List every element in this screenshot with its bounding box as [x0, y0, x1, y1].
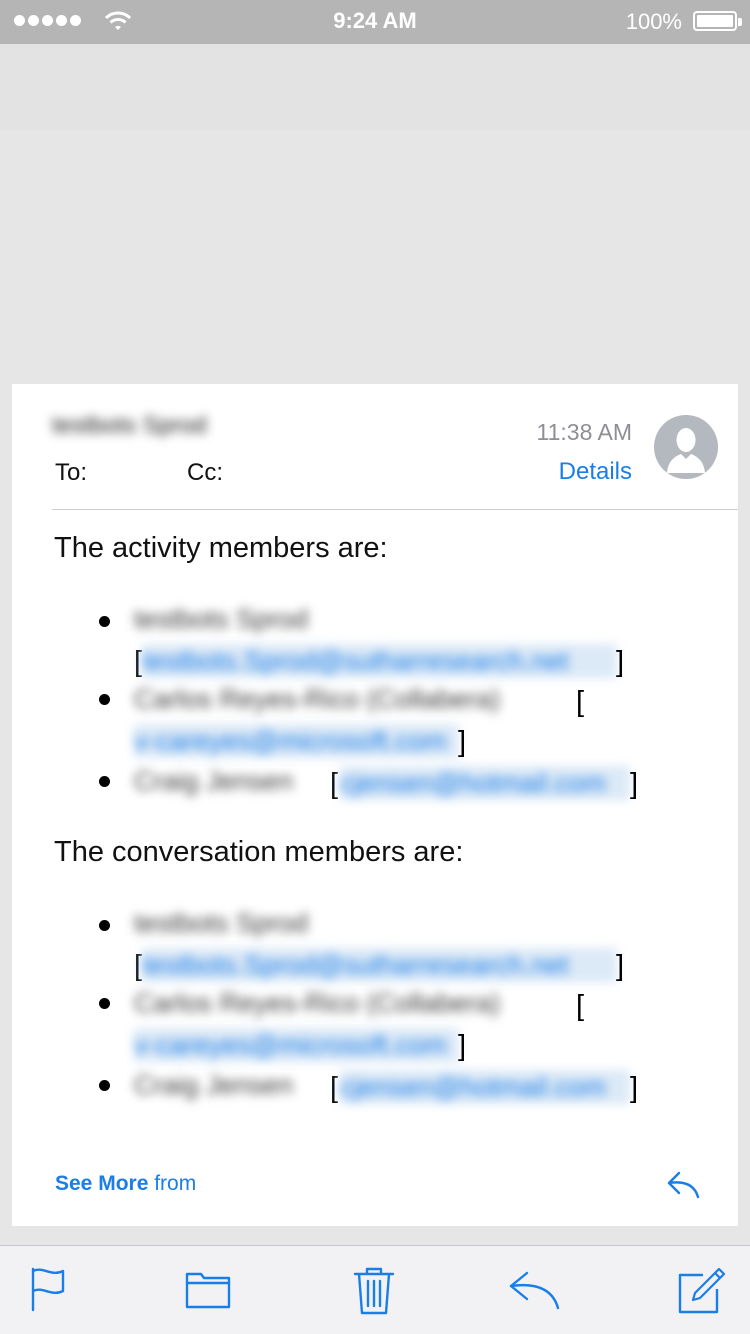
bracket-close: ]: [458, 1030, 467, 1062]
header-divider: [52, 509, 738, 510]
member-email-link[interactable]: cjensen@hotmail.com: [340, 766, 630, 800]
bracket-open: [: [330, 1072, 339, 1104]
message-card: testbots Sprod To: Cc: 11:38 AM Details …: [12, 384, 738, 1226]
message-time: 11:38 AM: [536, 419, 632, 445]
person-icon: [667, 428, 705, 473]
member-name: Carlos Reyes-Rico (Collabera): [134, 684, 501, 714]
list-bullet: [99, 1080, 110, 1091]
list-bullet: [99, 920, 110, 931]
cc-label: Cc:: [187, 459, 223, 486]
bracket-close: ]: [616, 950, 625, 982]
trash-icon[interactable]: [353, 1266, 395, 1316]
status-bar: 9:24 AM 100%: [0, 0, 750, 44]
member-name: Carlos Reyes-Rico (Collabera): [134, 988, 501, 1018]
bracket-open: [: [330, 768, 339, 800]
member-email-link[interactable]: testbots.Sprod@sutharresearch.net: [142, 644, 617, 678]
member-name: Craig Jensen: [134, 1070, 294, 1100]
activity-heading: The activity members are:: [54, 532, 388, 564]
list-bullet: [99, 998, 110, 1009]
see-more-from: from: [154, 1172, 197, 1195]
reply-icon[interactable]: [666, 1170, 702, 1200]
to-label: To:: [55, 459, 88, 486]
member-name: testbots Sprod: [134, 908, 309, 938]
list-bullet: [99, 694, 110, 705]
bracket-open: [: [134, 646, 143, 678]
bracket-open: [: [576, 990, 585, 1022]
avatar[interactable]: [654, 415, 718, 479]
bracket-open: [: [576, 686, 585, 718]
member-email-link[interactable]: testbots.Sprod@sutharresearch.net: [142, 948, 617, 982]
list-bullet: [99, 776, 110, 787]
reply-icon[interactable]: [508, 1266, 562, 1312]
flag-icon[interactable]: [28, 1266, 68, 1312]
bracket-close: ]: [630, 1072, 639, 1104]
conversation-heading: The conversation members are:: [54, 836, 464, 868]
member-name: testbots Sprod: [134, 604, 309, 634]
bracket-close: ]: [616, 646, 625, 678]
see-more[interactable]: See More from: [55, 1172, 196, 1196]
member-email-link[interactable]: cjensen@hotmail.com: [340, 1070, 630, 1104]
list-bullet: [99, 616, 110, 627]
member-email-link[interactable]: v-careyes@microsoft.com: [134, 1028, 459, 1062]
bracket-close: ]: [458, 726, 467, 758]
bottom-toolbar: [0, 1245, 750, 1334]
folder-icon[interactable]: [184, 1266, 232, 1312]
sender-name[interactable]: testbots Sprod: [52, 412, 207, 440]
member-name: Craig Jensen: [134, 766, 294, 796]
see-more-link[interactable]: See More: [55, 1172, 148, 1195]
member-email-link[interactable]: v-careyes@microsoft.com: [134, 724, 459, 758]
previous-message-area: [0, 44, 750, 130]
battery-icon: [693, 11, 742, 31]
bracket-close: ]: [630, 768, 639, 800]
bracket-open: [: [134, 950, 143, 982]
compose-icon[interactable]: [677, 1266, 727, 1316]
details-link[interactable]: Details: [559, 458, 632, 486]
battery-percent: 100%: [625, 9, 682, 34]
